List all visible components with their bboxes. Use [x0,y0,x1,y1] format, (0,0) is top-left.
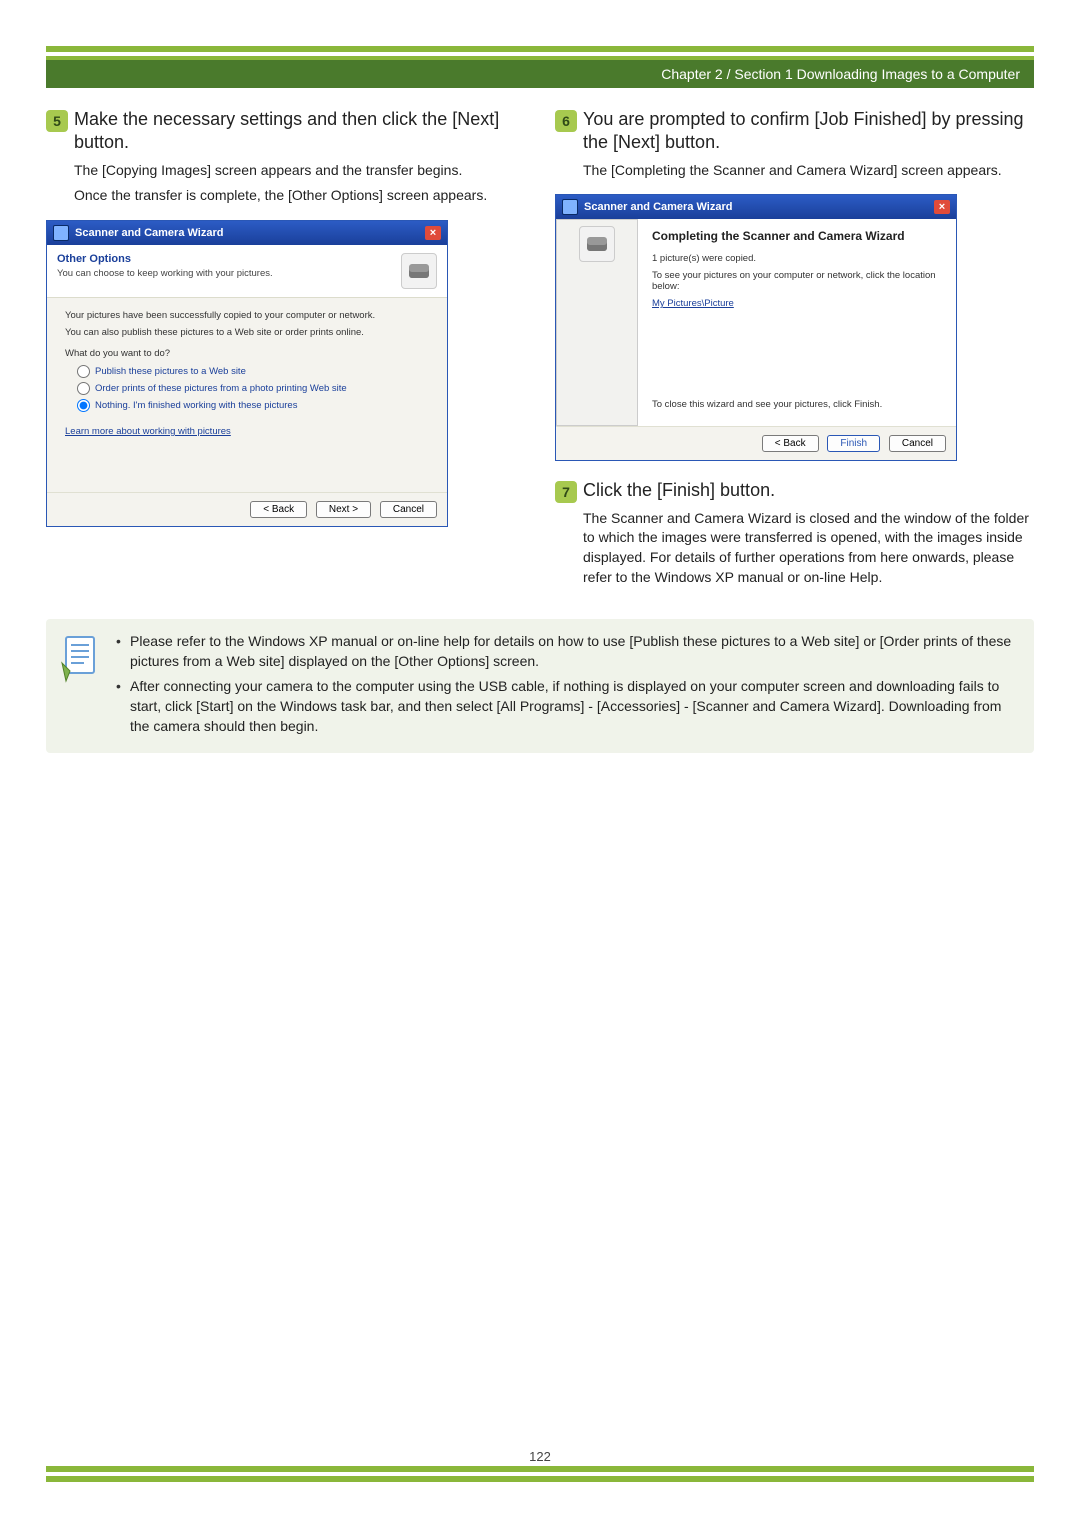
radio-option-publish[interactable]: Publish these pictures to a Web site [77,365,429,378]
camera-icon [401,253,437,289]
body-text: You can also publish these pictures to a… [65,327,429,338]
note-box: Please refer to the Windows XP manual or… [46,619,1034,752]
radio-input[interactable] [77,382,90,395]
step-number-badge: 6 [555,110,577,132]
dialog-title: Scanner and Camera Wizard [75,227,223,239]
completing-wizard-dialog: Scanner and Camera Wizard × Completing t… [555,194,957,461]
decorative-bar [46,46,1034,52]
step-body-text: Once the transfer is complete, the [Othe… [74,186,525,206]
dialog-header-subtitle: You can choose to keep working with your… [57,268,391,279]
copied-count-text: 1 picture(s) were copied. [652,253,942,264]
cancel-button[interactable]: Cancel [889,435,946,452]
step-body-text: The Scanner and Camera Wizard is closed … [583,509,1034,587]
left-column: 5 Make the necessary settings and then c… [46,108,525,601]
back-button[interactable]: < Back [250,501,307,518]
note-item: After connecting your camera to the comp… [116,676,1020,737]
step-body-text: The [Completing the Scanner and Camera W… [583,161,1034,181]
content-area: 5 Make the necessary settings and then c… [46,108,1034,1458]
dialog-main: Completing the Scanner and Camera Wizard… [638,219,956,426]
radio-input[interactable] [77,365,90,378]
dialog-titlebar: Scanner and Camera Wizard × [556,195,956,219]
radio-input[interactable] [77,399,90,412]
camera-icon [579,226,615,262]
cancel-button[interactable]: Cancel [380,501,437,518]
dialog-side-graphic [556,219,638,426]
dialog-title: Scanner and Camera Wizard [584,201,732,213]
step-7: 7 Click the [Finish] button. The Scanner… [555,479,1034,587]
camera-icon [562,199,578,215]
radio-option-nothing[interactable]: Nothing. I'm finished working with these… [77,399,429,412]
step-title: Make the necessary settings and then cli… [74,108,525,155]
next-button[interactable]: Next > [316,501,371,518]
dialog-header: Other Options You can choose to keep wor… [47,245,447,297]
back-button[interactable]: < Back [762,435,819,452]
note-item: Please refer to the Windows XP manual or… [116,631,1020,672]
dialog-titlebar: Scanner and Camera Wizard × [47,221,447,245]
learn-more-link[interactable]: Learn more about working with pictures [65,426,231,437]
pictures-folder-link[interactable]: My Pictures\Picture [652,298,734,309]
step-body-text: The [Copying Images] screen appears and … [74,161,525,181]
close-icon[interactable]: × [425,226,441,240]
radio-label: Nothing. I'm finished working with these… [95,400,297,411]
decorative-bar [46,1466,1034,1472]
dialog-footer: < Back Next > Cancel [47,492,447,526]
finish-button[interactable]: Finish [827,435,880,452]
decorative-bar [46,1476,1034,1482]
step-number-badge: 5 [46,110,68,132]
dialog-header-title: Other Options [57,253,391,265]
body-text: To see your pictures on your computer or… [652,270,942,292]
page: Chapter 2 / Section 1 Downloading Images… [0,0,1080,1528]
camera-icon [53,225,69,241]
dialog-header-title: Completing the Scanner and Camera Wizard [652,229,942,243]
step-number-badge: 7 [555,481,577,503]
closing-text: To close this wizard and see your pictur… [652,399,942,410]
radio-label: Order prints of these pictures from a ph… [95,383,347,394]
chapter-header: Chapter 2 / Section 1 Downloading Images… [46,60,1034,88]
body-prompt: What do you want to do? [65,348,429,359]
page-number: 122 [0,1449,1080,1464]
dialog-footer: < Back Finish Cancel [556,426,956,460]
radio-option-order[interactable]: Order prints of these pictures from a ph… [77,382,429,395]
two-column-layout: 5 Make the necessary settings and then c… [46,108,1034,601]
radio-label: Publish these pictures to a Web site [95,366,246,377]
note-icon [56,633,100,683]
dialog-body: Your pictures have been successfully cop… [47,297,447,492]
step-title: You are prompted to confirm [Job Finishe… [583,108,1034,155]
step-6: 6 You are prompted to confirm [Job Finis… [555,108,1034,180]
close-icon[interactable]: × [934,200,950,214]
step-5: 5 Make the necessary settings and then c… [46,108,525,206]
right-column: 6 You are prompted to confirm [Job Finis… [555,108,1034,601]
other-options-dialog: Scanner and Camera Wizard × Other Option… [46,220,448,527]
step-title: Click the [Finish] button. [583,479,1034,502]
body-text: Your pictures have been successfully cop… [65,310,429,321]
